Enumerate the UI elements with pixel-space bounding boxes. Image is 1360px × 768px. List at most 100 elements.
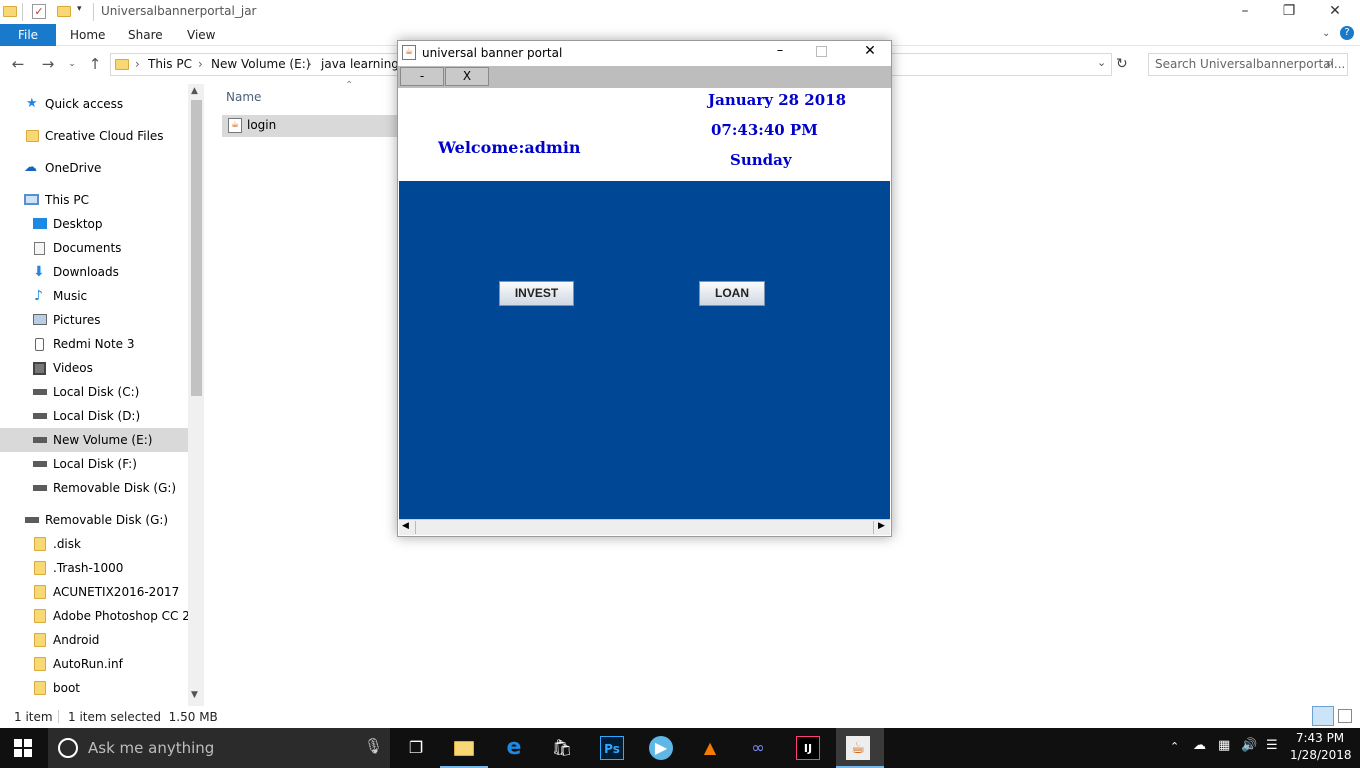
start-button[interactable]: [14, 739, 32, 757]
breadcrumb-volume[interactable]: New Volume (E:): [211, 57, 310, 71]
network-icon[interactable]: ▦: [1218, 738, 1230, 753]
sidebar-item-videos[interactable]: Videos: [0, 356, 188, 380]
horizontal-scrollbar[interactable]: ◀ ▶: [399, 519, 890, 535]
sidebar-item-redmi-note-3[interactable]: Redmi Note 3: [0, 332, 188, 356]
help-icon[interactable]: ?: [1340, 26, 1354, 40]
tab-home[interactable]: Home: [70, 24, 105, 46]
media-player-icon[interactable]: ▶: [649, 736, 673, 760]
sidebar-item-folder[interactable]: Android: [0, 628, 188, 652]
customize-qat-icon[interactable]: ▾: [77, 4, 82, 14]
new-folder-icon[interactable]: [57, 6, 71, 17]
back-icon[interactable]: ←: [8, 54, 28, 74]
sidebar-item-documents[interactable]: Documents: [0, 236, 188, 260]
creative-cloud-icon: [26, 130, 39, 142]
details-view-icon[interactable]: [1312, 706, 1334, 726]
computer-icon: [24, 194, 39, 205]
java-app-window: ☕ universal banner portal – ✕ - X Welcom…: [397, 40, 892, 537]
folder-icon: [115, 59, 129, 70]
address-dropdown-icon[interactable]: ⌄: [1097, 56, 1106, 69]
tab-share[interactable]: Share: [128, 24, 163, 46]
large-icons-view-icon[interactable]: [1338, 709, 1352, 723]
edge-icon[interactable]: e: [502, 736, 526, 760]
sidebar-item-folder[interactable]: .disk: [0, 532, 188, 556]
app-minimize-button[interactable]: -: [400, 67, 444, 86]
up-icon[interactable]: ↑: [85, 54, 105, 74]
app-close-button[interactable]: X: [445, 67, 489, 86]
scroll-up-icon[interactable]: ▲: [191, 86, 198, 96]
clock-time[interactable]: 7:43 PM: [1294, 731, 1346, 745]
day-label: Sunday: [730, 151, 792, 169]
chevron-up-icon[interactable]: ⌃: [1170, 740, 1179, 753]
sidebar-item-onedrive[interactable]: ☁ OneDrive: [0, 156, 188, 180]
cortana-search-box[interactable]: Ask me anything 🎙: [48, 728, 390, 768]
drive-icon: [33, 485, 47, 491]
sidebar-item-folder[interactable]: AutoRun.inf: [0, 652, 188, 676]
sidebar-item-folder[interactable]: boot: [0, 676, 188, 700]
infinity-icon[interactable]: ∞: [746, 736, 770, 760]
divider: [22, 3, 23, 21]
sidebar-item-folder[interactable]: .Trash-1000: [0, 556, 188, 580]
sidebar-item-pictures[interactable]: Pictures: [0, 308, 188, 332]
column-header-name[interactable]: Name: [226, 90, 261, 104]
tab-file[interactable]: File: [0, 24, 56, 46]
scrollbar-thumb[interactable]: [191, 100, 202, 396]
sidebar-item-folder[interactable]: Adobe Photoshop CC 201: [0, 604, 188, 628]
recent-locations-icon[interactable]: ⌄: [62, 54, 82, 74]
sidebar-item-local-disk-f[interactable]: Local Disk (F:): [0, 452, 188, 476]
java-app-icon[interactable]: ☕: [846, 736, 870, 760]
scroll-left-icon[interactable]: ◀: [402, 521, 409, 531]
onedrive-tray-icon[interactable]: ☁: [1193, 738, 1206, 753]
breadcrumb-java-learning[interactable]: java learning: [321, 57, 399, 71]
sidebar-item-downloads[interactable]: ⬇ Downloads: [0, 260, 188, 284]
close-button[interactable]: ✕: [1312, 0, 1358, 24]
intellij-icon[interactable]: IJ: [796, 736, 820, 760]
folder-icon: [34, 609, 46, 623]
search-input[interactable]: Search Universalbannerportal...: [1148, 53, 1348, 76]
microphone-icon[interactable]: 🎙: [364, 737, 383, 755]
sidebar-item-local-disk-c[interactable]: Local Disk (C:): [0, 380, 188, 404]
sidebar-item-folder[interactable]: ACUNETIX2016-2017: [0, 580, 188, 604]
folder-icon: [3, 6, 17, 17]
folder-icon: [34, 633, 46, 647]
sidebar-item-creative-cloud[interactable]: Creative Cloud Files: [0, 124, 188, 148]
store-icon[interactable]: 🛍: [550, 736, 574, 760]
minimize-button[interactable]: –: [770, 43, 790, 58]
navigation-pane: ★ Quick access Creative Cloud Files ☁ OneD…: [0, 84, 188, 706]
properties-icon[interactable]: ✓: [32, 4, 46, 19]
scroll-down-icon[interactable]: ▼: [191, 690, 198, 700]
file-row[interactable]: ☕ login: [222, 115, 398, 137]
download-icon: ⬇: [33, 264, 45, 280]
sidebar-item-this-pc[interactable]: This PC: [0, 188, 188, 212]
java-menu-bar: - X: [398, 66, 891, 88]
drive-icon: [33, 461, 47, 467]
tab-view[interactable]: View: [187, 24, 215, 46]
sidebar-item-music[interactable]: ♪ Music: [0, 284, 188, 308]
sidebar-item-quick-access[interactable]: ★ Quick access: [0, 92, 188, 116]
photoshop-icon[interactable]: Ps: [600, 736, 624, 760]
minimize-button[interactable]: –: [1222, 0, 1268, 24]
restore-button[interactable]: ❐: [1266, 0, 1312, 24]
sidebar-item-local-disk-d[interactable]: Local Disk (D:): [0, 404, 188, 428]
invest-button[interactable]: INVEST: [499, 281, 574, 306]
clock-date[interactable]: 1/28/2018: [1290, 748, 1352, 762]
loan-button[interactable]: LOAN: [699, 281, 765, 306]
chevron-right-icon: ›: [135, 57, 140, 71]
search-icon[interactable]: ⌕: [1326, 56, 1333, 71]
task-view-icon[interactable]: ❐: [404, 736, 428, 760]
expand-ribbon-icon[interactable]: ⌄: [1322, 28, 1330, 39]
refresh-icon[interactable]: ↻: [1116, 56, 1128, 72]
breadcrumb-this-pc[interactable]: This PC: [148, 57, 192, 71]
close-button[interactable]: ✕: [860, 43, 880, 59]
file-explorer-icon[interactable]: [452, 736, 476, 760]
cloud-icon: ☁: [24, 160, 37, 175]
vlc-icon[interactable]: ▲: [698, 736, 722, 760]
volume-icon[interactable]: 🔊: [1241, 738, 1257, 753]
cortana-placeholder: Ask me anything: [88, 739, 215, 757]
sidebar-item-new-volume-e[interactable]: New Volume (E:): [0, 428, 188, 452]
sidebar-item-desktop[interactable]: Desktop: [0, 212, 188, 236]
sidebar-item-removable-disk-g[interactable]: Removable Disk (G:): [0, 476, 188, 500]
forward-icon[interactable]: →: [38, 54, 58, 74]
sidebar-item-removable-disk-g-root[interactable]: Removable Disk (G:): [0, 508, 188, 532]
scroll-right-icon[interactable]: ▶: [878, 521, 885, 531]
action-center-icon[interactable]: ☰: [1266, 738, 1278, 753]
